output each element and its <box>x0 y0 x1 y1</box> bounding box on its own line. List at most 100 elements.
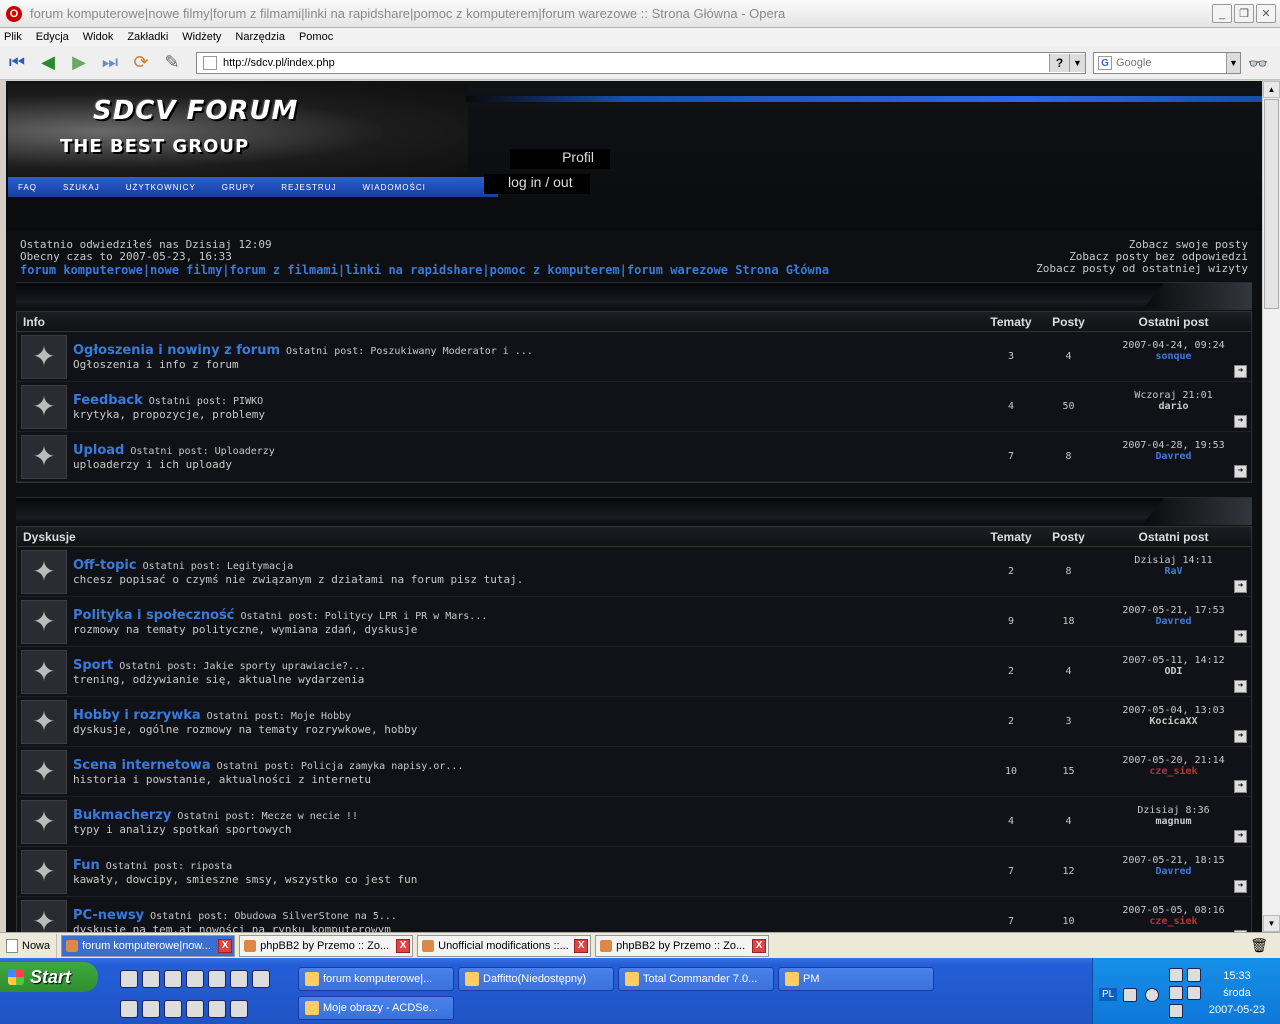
language-indicator[interactable]: PL <box>1099 988 1118 1001</box>
scroll-up-icon[interactable]: ▲ <box>1263 81 1280 98</box>
tray-3-icon[interactable] <box>1169 986 1183 1000</box>
go-to-post-icon[interactable]: ➜ <box>1234 364 1247 378</box>
forum-title-link[interactable]: Hobby i rozrywka <box>73 708 201 723</box>
quicklaunch-7-icon[interactable] <box>252 970 270 988</box>
breadcrumb[interactable]: forum komputerowe|nowe filmy|forum z fil… <box>20 263 829 277</box>
quicklaunch-3-icon[interactable] <box>164 970 182 988</box>
forum-title-link[interactable]: Ogłoszenia i nowiny z forum <box>73 343 280 358</box>
forum-last-post-link[interactable]: Ostatni post: Moje Hobby <box>207 711 352 722</box>
go-to-post-icon[interactable]: ➜ <box>1234 679 1247 693</box>
nav-faq[interactable]: FAQ <box>18 183 37 192</box>
login-link[interactable]: log in / out <box>484 174 590 194</box>
close-button[interactable]: ✕ <box>1256 4 1276 23</box>
forum-last-post-link[interactable]: Ostatni post: PIWKO <box>149 396 263 407</box>
close-tab-icon[interactable]: X <box>752 938 767 953</box>
quicklaunch-9-icon[interactable] <box>142 1000 160 1018</box>
nav-szukaj[interactable]: SZUKAJ <box>63 183 100 192</box>
scroll-thumb[interactable] <box>1264 99 1279 309</box>
back-icon[interactable]: ◀ <box>34 50 62 76</box>
forum-title-link[interactable]: Bukmacherzy <box>73 808 171 823</box>
minimize-button[interactable]: _ <box>1212 4 1232 23</box>
nav-uzytkownicy[interactable]: UŻYTKOWNICY <box>126 183 196 192</box>
tab-forum[interactable]: forum komputerowe|now... X <box>61 934 236 957</box>
forum-last-post-link[interactable]: Ostatni post: Jakie sporty uprawiacie?..… <box>119 661 366 672</box>
quicklaunch-10-icon[interactable] <box>164 1000 182 1018</box>
maximize-button[interactable]: ❐ <box>1234 4 1254 23</box>
forum-last-post-link[interactable]: Ostatni post: Policja zamyka napisy.or..… <box>217 761 464 772</box>
quicklaunch-5-icon[interactable] <box>208 970 226 988</box>
edit-icon[interactable]: ✎ <box>158 50 186 76</box>
logo[interactable]: SDCV FORUM THE BEST GROUP <box>8 84 468 179</box>
go-to-post-icon[interactable]: ➜ <box>1234 879 1247 893</box>
reload-icon[interactable]: ⟳ <box>127 50 155 76</box>
go-to-post-icon[interactable]: ➜ <box>1234 779 1247 793</box>
menu-plik[interactable]: Plik <box>4 31 22 43</box>
go-to-post-icon[interactable]: ➜ <box>1234 629 1247 643</box>
last-post-user[interactable]: Davred <box>1096 866 1251 877</box>
menu-narzedzia[interactable]: Narzędzia <box>235 31 285 43</box>
menu-zakladki[interactable]: Zakładki <box>127 31 168 43</box>
nav-rejestruj[interactable]: REJESTRUJ <box>281 183 336 192</box>
quicklaunch-6-icon[interactable] <box>230 970 248 988</box>
menu-pomoc[interactable]: Pomoc <box>299 31 333 43</box>
taskbar-button-acdsee[interactable]: Moje obrazy - ACDSe... <box>298 996 454 1020</box>
last-post-user[interactable]: cze_siek <box>1096 766 1251 777</box>
help-button[interactable]: ? <box>1049 54 1069 72</box>
clock[interactable]: 15:33 środa 2007-05-23 <box>1201 968 1273 1019</box>
tab-unofficial[interactable]: Unofficial modifications ::... X <box>417 934 592 957</box>
forum-last-post-link[interactable]: Ostatni post: Uploaderzy <box>130 446 275 457</box>
quicklaunch-8-icon[interactable] <box>120 1000 138 1018</box>
taskbar-button-pm[interactable]: PM <box>778 967 934 991</box>
search-dropdown-icon[interactable]: ▼ <box>1226 53 1240 73</box>
search-input[interactable] <box>1116 57 1216 69</box>
nav-wiadomosci[interactable]: WIADOMOŚCI <box>362 183 425 192</box>
last-post-user[interactable]: RaV <box>1096 566 1251 577</box>
close-tab-icon[interactable]: X <box>396 938 411 953</box>
search-field[interactable]: G ▼ <box>1093 52 1241 74</box>
go-to-post-icon[interactable]: ➜ <box>1234 729 1247 743</box>
tray-1-icon[interactable] <box>1169 968 1183 982</box>
forum-title-link[interactable]: Off-topic <box>73 558 137 573</box>
category-name[interactable]: Info <box>17 315 981 329</box>
last-post-user[interactable]: sonque <box>1096 351 1251 362</box>
forum-last-post-link[interactable]: Ostatni post: Legitymacja <box>143 561 294 572</box>
menu-widzety[interactable]: Widżety <box>182 31 221 43</box>
go-to-post-icon[interactable]: ➜ <box>1234 464 1247 478</box>
tray-5-icon[interactable] <box>1169 1004 1183 1018</box>
tab-phpbb-2[interactable]: phpBB2 by Przemo :: Zo... X <box>595 934 770 957</box>
forum-title-link[interactable]: Scena internetowa <box>73 758 211 773</box>
tray-2-icon[interactable] <box>1187 968 1201 982</box>
forum-last-post-link[interactable]: Ostatni post: Mecze w necie !! <box>177 811 358 822</box>
last-post-user[interactable]: dario <box>1096 401 1251 412</box>
new-tab-button[interactable]: Nowa <box>0 933 58 958</box>
quicklaunch-1-icon[interactable] <box>120 970 138 988</box>
forum-title-link[interactable]: Feedback <box>73 393 143 408</box>
last-post-user[interactable]: magnum <box>1096 816 1251 827</box>
last-post-user[interactable]: KocicaXX <box>1096 716 1251 727</box>
last-post-user[interactable]: Davred <box>1096 451 1251 462</box>
close-tab-icon[interactable]: X <box>574 938 589 953</box>
forum-title-link[interactable]: Upload <box>73 443 124 458</box>
menu-widok[interactable]: Widok <box>83 31 114 43</box>
quicklaunch-4-icon[interactable] <box>186 970 204 988</box>
last-post-user[interactable]: ODI <box>1096 666 1251 677</box>
forward-icon[interactable]: ▶ <box>65 50 93 76</box>
forum-last-post-link[interactable]: Ostatni post: Politycy LPR i PR w Mars..… <box>241 611 488 622</box>
tab-phpbb-1[interactable]: phpBB2 by Przemo :: Zo... X <box>239 934 414 957</box>
url-input[interactable] <box>223 57 1049 69</box>
link-since-last-visit[interactable]: Zobacz posty od ostatniej wizyty <box>1036 263 1248 275</box>
taskbar-button-opera[interactable]: forum komputerowe|... <box>298 967 454 991</box>
close-tab-icon[interactable]: X <box>218 938 233 953</box>
quicklaunch-11-icon[interactable] <box>186 1000 204 1018</box>
forum-last-post-link[interactable]: Ostatni post: Obudowa SilverStone na 5..… <box>150 911 397 922</box>
trash-icon[interactable]: 🗑 <box>1250 937 1268 954</box>
scroll-down-icon[interactable]: ▼ <box>1263 915 1280 932</box>
profil-link[interactable]: Profil <box>510 149 610 169</box>
forum-last-post-link[interactable]: Ostatni post: riposta <box>106 861 232 872</box>
tray-4-icon[interactable] <box>1187 986 1201 1000</box>
forum-title-link[interactable]: Sport <box>73 658 113 673</box>
binoculars-icon[interactable]: 👓 <box>1248 54 1268 74</box>
last-post-user[interactable]: Davred <box>1096 616 1251 627</box>
taskbar-button-totalcmd[interactable]: Total Commander 7.0... <box>618 967 774 991</box>
quicklaunch-12-icon[interactable] <box>208 1000 226 1018</box>
